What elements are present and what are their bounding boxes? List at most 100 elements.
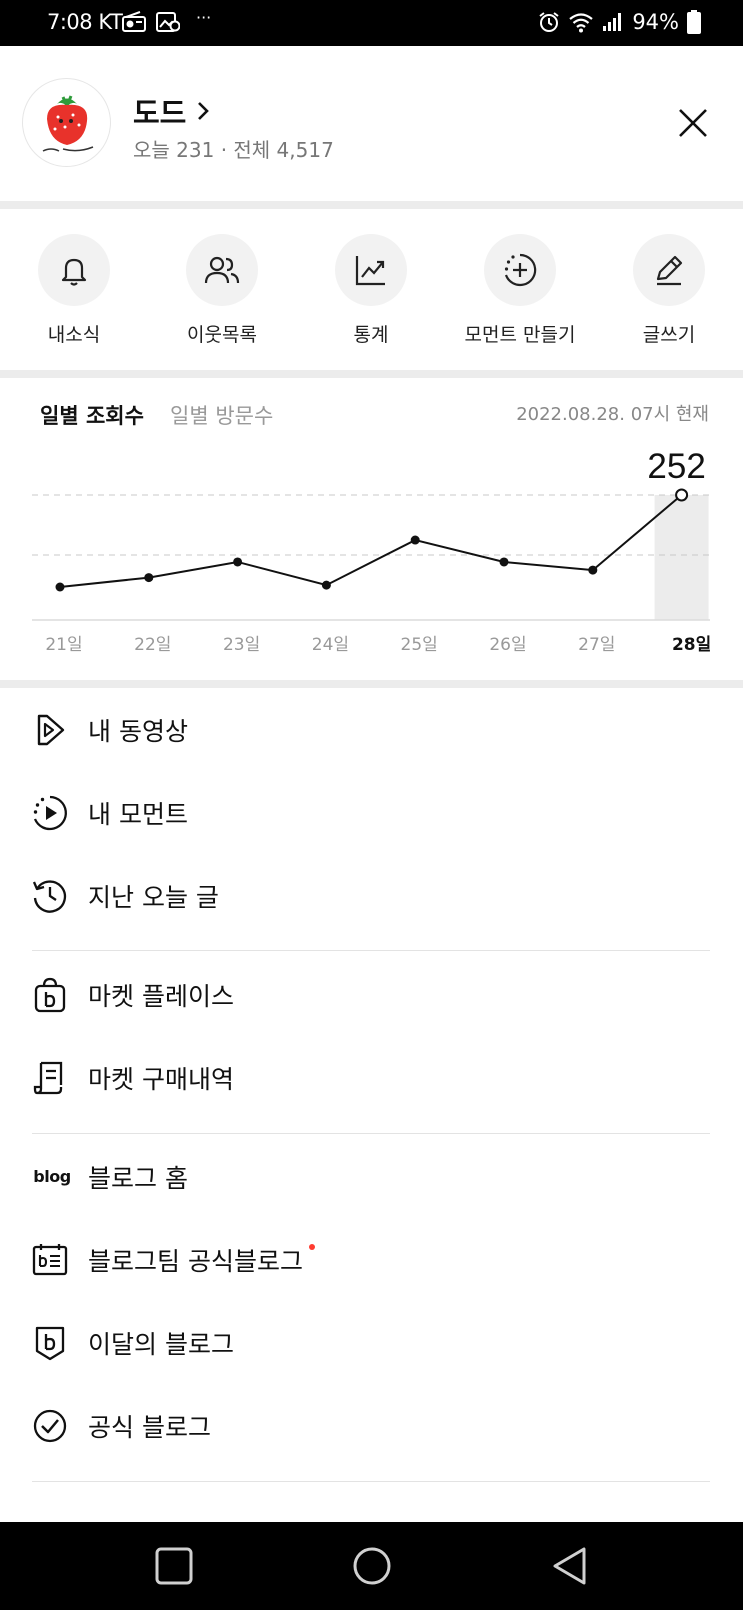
menu-item-label: 이달의 블로그 xyxy=(88,1329,234,1359)
quick-action-circle xyxy=(484,234,556,306)
blog-logo-icon: blog xyxy=(33,1167,71,1186)
chevron-right-icon xyxy=(198,102,210,120)
quick-action-stats[interactable]: 통계 xyxy=(301,234,441,347)
menu-item-label: 블로그 홈 xyxy=(88,1163,188,1193)
menu-item-blogteam-official[interactable]: 블로그팀 공식블로그 xyxy=(0,1218,743,1301)
menu-item-market-purchases[interactable]: 마켓 구매내역 xyxy=(0,1036,743,1119)
back-icon[interactable] xyxy=(548,1544,592,1588)
daily-stats-section: 252 21일 22일 23일 24일 25일 26일 27일 28일 일별 조회수 일별 방문… xyxy=(0,378,743,680)
menu-item-label: 지난 오늘 글 xyxy=(88,882,219,912)
menu-item-blog-of-month[interactable]: 이달의 블로그 xyxy=(0,1301,743,1384)
data-point xyxy=(55,582,65,592)
signal-icon xyxy=(603,13,622,31)
section-divider xyxy=(0,370,743,378)
quick-action-label: 글쓰기 xyxy=(642,324,696,346)
x-tick-label: 24일 xyxy=(312,635,349,655)
quick-action-circle xyxy=(38,234,110,306)
series-line xyxy=(59,494,683,588)
x-tick-label: 22일 xyxy=(134,635,171,655)
highlight-column xyxy=(654,495,709,620)
status-notification-icons xyxy=(122,11,180,33)
status-time: 7:08 KT xyxy=(47,10,123,34)
alarm-icon xyxy=(539,12,559,32)
x-tick-label: 28일 xyxy=(672,635,711,655)
x-tick-label: 27일 xyxy=(578,635,615,655)
strawberry-avatar-icon xyxy=(42,95,94,152)
quick-action-circle xyxy=(335,234,407,306)
menu-item-my-videos[interactable]: 내 동영상 xyxy=(0,688,743,771)
data-point xyxy=(588,565,598,575)
data-point xyxy=(144,573,154,583)
data-point xyxy=(233,557,243,567)
history-clock-icon xyxy=(31,877,69,915)
home-icon[interactable] xyxy=(350,1544,394,1588)
moment-play-icon xyxy=(31,794,69,832)
quick-action-label: 이웃목록 xyxy=(187,324,257,346)
menu-divider xyxy=(32,1481,710,1482)
nickname: 도드 xyxy=(133,96,187,130)
receipt-icon xyxy=(31,1059,69,1097)
gallery-notification-icon xyxy=(156,12,180,32)
quick-action-label: 내소식 xyxy=(47,324,101,346)
check-circle-icon xyxy=(31,1407,69,1445)
data-point xyxy=(321,580,331,590)
data-point xyxy=(410,535,420,545)
close-icon[interactable] xyxy=(676,106,710,140)
data-point-highlight xyxy=(675,488,689,502)
menu-item-label: 내 동영상 xyxy=(88,716,188,746)
quick-actions: 내소식 이웃목록 통계 모먼트 만들기 글쓰기 xyxy=(0,208,743,370)
menu-item-past-today-posts[interactable]: 지난 오늘 글 xyxy=(0,854,743,937)
wifi-icon xyxy=(569,13,594,33)
menu-item-marketplace[interactable]: 마켓 플레이스 xyxy=(0,953,743,1036)
recent-apps-icon[interactable] xyxy=(152,1544,196,1588)
menu-item-blog-home[interactable]: blog 블로그 홈 xyxy=(0,1135,743,1218)
avatar[interactable] xyxy=(22,78,111,167)
system-navigation-bar xyxy=(0,1522,743,1610)
quick-action-write[interactable]: 글쓰기 xyxy=(599,234,739,347)
menu-divider xyxy=(32,1133,710,1134)
quick-action-news[interactable]: 내소식 xyxy=(4,234,144,347)
stats-timestamp: 2022.08.28. 07시 현재 xyxy=(516,404,709,425)
tab-daily-visitors[interactable]: 일별 방문수 xyxy=(170,400,273,430)
battery-percent: 94% xyxy=(632,10,679,34)
x-tick-label: 23일 xyxy=(223,635,260,655)
visitor-stats: 오늘 231 · 전체 4,517 xyxy=(133,138,334,162)
x-tick-label: 25일 xyxy=(401,635,438,655)
market-bag-icon xyxy=(31,976,69,1014)
data-point xyxy=(499,557,509,567)
plus-circle-icon xyxy=(504,253,537,287)
quick-action-moment[interactable]: 모먼트 만들기 xyxy=(450,234,590,347)
quick-action-circle xyxy=(186,234,258,306)
blog-badge-icon xyxy=(31,1324,69,1362)
radio-icon xyxy=(122,11,146,32)
tab-daily-views[interactable]: 일별 조회수 xyxy=(40,400,144,430)
pencil-icon xyxy=(656,255,683,286)
menu-item-official-blog[interactable]: 공식 블로그 xyxy=(0,1384,743,1467)
notice-board-icon xyxy=(31,1241,69,1279)
quick-action-label: 통계 xyxy=(353,324,389,346)
menu-item-label: 블로그팀 공식블로그 xyxy=(88,1242,315,1278)
quick-action-label: 모먼트 만들기 xyxy=(464,324,576,346)
nickname-link[interactable]: 도드 xyxy=(133,90,210,132)
battery-icon xyxy=(687,10,701,34)
menu-divider xyxy=(32,950,710,951)
quick-action-circle xyxy=(633,234,705,306)
menu-item-label: 마켓 플레이스 xyxy=(88,981,234,1011)
menu-item-label: 공식 블로그 xyxy=(88,1412,211,1442)
more-notifications-icon: ··· xyxy=(196,8,212,27)
profile-header: 도드 오늘 231 · 전체 4,517 xyxy=(0,46,743,201)
highlight-value-label: 252 xyxy=(647,447,705,486)
x-tick-label: 21일 xyxy=(45,635,82,655)
status-bar: 7:08 KT ··· 94% xyxy=(0,0,743,46)
menu-item-my-moment[interactable]: 내 모먼트 xyxy=(0,771,743,854)
status-right: 94% xyxy=(538,10,701,34)
menu-item-label: 마켓 구매내역 xyxy=(88,1064,234,1094)
menu-item-label: 내 모먼트 xyxy=(88,799,188,829)
section-divider xyxy=(0,680,743,688)
x-tick-label: 26일 xyxy=(489,635,526,655)
new-badge-dot xyxy=(308,1243,315,1250)
bell-icon xyxy=(61,258,87,286)
neighbors-icon xyxy=(204,256,240,284)
quick-action-neighbors[interactable]: 이웃목록 xyxy=(152,234,292,347)
stats-chart-icon xyxy=(355,256,385,286)
